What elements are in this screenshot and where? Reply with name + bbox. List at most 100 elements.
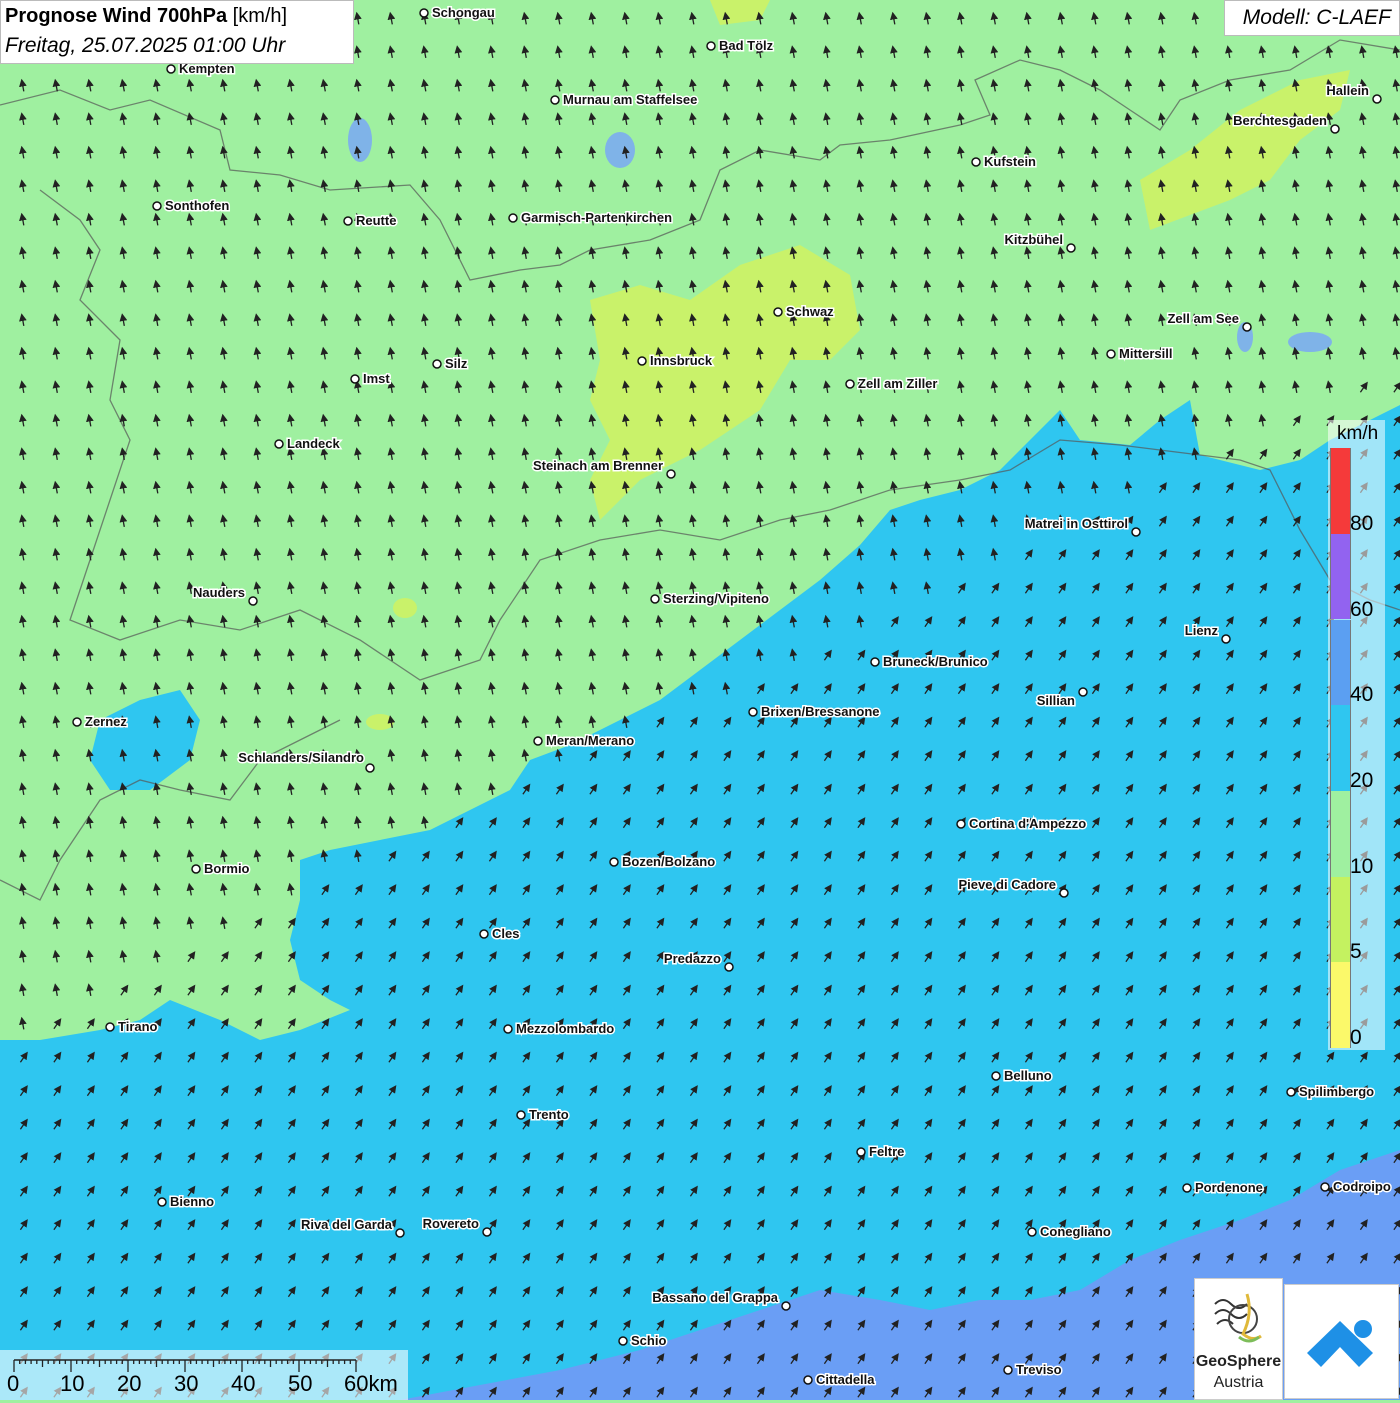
- city-dot-icon: [845, 379, 855, 389]
- city-label: Treviso: [1016, 1362, 1062, 1377]
- city-dot-icon: [550, 95, 560, 105]
- city-dot-icon: [248, 596, 258, 606]
- city-dot-icon: [419, 8, 429, 18]
- city-dot-icon: [157, 1197, 167, 1207]
- city-dot-icon: [1078, 687, 1088, 697]
- city-dot-icon: [1182, 1183, 1192, 1193]
- legend-swatch: [1330, 619, 1351, 706]
- model-panel: Modell: C-LAEF: [1224, 0, 1400, 36]
- city-label: Sonthofen: [165, 198, 229, 213]
- city-dot-icon: [274, 439, 284, 449]
- legend-tick-label: 60: [1350, 597, 1374, 621]
- scale-label: 50: [288, 1371, 313, 1396]
- city-dot-icon: [350, 374, 360, 384]
- legend-tick-label: 20: [1350, 768, 1374, 792]
- city-dot-icon: [650, 594, 660, 604]
- city-marker: Mezzolombardo: [503, 1020, 616, 1038]
- city-label: Kufstein: [984, 154, 1036, 169]
- scale-label: 40: [231, 1371, 256, 1396]
- city-label: Bruneck/Brunico: [883, 654, 988, 669]
- city-marker: Bozen/Bolzano: [609, 853, 717, 871]
- city-label: Tirano: [118, 1019, 158, 1034]
- wind-map: SchongauBad TölzKemptenMurnau am Staffel…: [0, 0, 1400, 1400]
- city-dot-icon: [609, 857, 619, 867]
- city-label: Conegliano: [1040, 1224, 1111, 1239]
- city-dot-icon: [637, 356, 647, 366]
- city-label: Brixen/Bressanone: [761, 704, 880, 719]
- city-label: Bassano del Grappa: [652, 1290, 778, 1305]
- city-label: Bad Tölz: [719, 38, 774, 53]
- city-marker: Bruneck/Brunico: [870, 653, 989, 671]
- legend-swatch: [1330, 876, 1351, 963]
- city-label: Hallein: [1326, 83, 1369, 98]
- app-logo[interactable]: [1284, 1284, 1399, 1399]
- city-dot-icon: [956, 819, 966, 829]
- geosphere-country: Austria: [1213, 1374, 1264, 1391]
- city-label: Schio: [631, 1333, 666, 1348]
- city-dot-icon: [482, 1227, 492, 1237]
- legend-swatch: [1330, 962, 1351, 1048]
- city-label: Cles: [492, 926, 519, 941]
- legend-swatch: [1330, 533, 1351, 620]
- city-label: Mittersill: [1119, 346, 1172, 361]
- city-dot-icon: [856, 1147, 866, 1157]
- city-dot-icon: [191, 864, 201, 874]
- city-label: Mezzolombardo: [516, 1021, 614, 1036]
- city-label: Imst: [363, 371, 390, 386]
- city-dot-icon: [72, 717, 82, 727]
- city-label: Zernez: [85, 714, 127, 729]
- scale-label: 0: [7, 1371, 20, 1396]
- city-dot-icon: [1066, 243, 1076, 253]
- city-marker: Garmisch-Partenkirchen: [508, 209, 674, 227]
- city-marker: Zell am Ziller: [845, 375, 939, 393]
- city-label: Sterzing/Vipiteno: [663, 591, 769, 606]
- weather-app-icon: [1307, 1320, 1373, 1367]
- city-dot-icon: [803, 1375, 813, 1385]
- city-label: Feltre: [869, 1144, 904, 1159]
- city-label: Bormio: [204, 861, 250, 876]
- city-marker: Spilimbergo: [1286, 1083, 1376, 1101]
- legend-tick-label: 5: [1350, 940, 1362, 964]
- city-dot-icon: [991, 1071, 1001, 1081]
- city-label: Sillian: [1037, 693, 1075, 708]
- city-label: Rovereto: [423, 1216, 479, 1231]
- city-label: Kitzbühel: [1005, 232, 1064, 247]
- scale-label: 20: [117, 1371, 142, 1396]
- city-dot-icon: [748, 707, 758, 717]
- geosphere-name: GeoSphere: [1195, 1353, 1282, 1370]
- city-marker: Cortina d'Ampezzo: [956, 815, 1088, 833]
- city-marker: Sterzing/Vipiteno: [650, 590, 770, 608]
- city-label: Landeck: [287, 436, 341, 451]
- legend-swatch: [1330, 705, 1351, 791]
- city-marker: Pordenone: [1182, 1179, 1264, 1197]
- city-marker: Meran/Merano: [533, 732, 636, 750]
- city-marker: Sonthofen: [152, 197, 231, 215]
- city-dot-icon: [166, 64, 176, 74]
- city-dot-icon: [105, 1022, 115, 1032]
- city-dot-icon: [152, 201, 162, 211]
- geosphere-emblem-icon: [1214, 1293, 1262, 1343]
- city-label: Bozen/Bolzano: [622, 854, 715, 869]
- city-label: Codroipo: [1333, 1179, 1391, 1194]
- city-dot-icon: [666, 469, 676, 479]
- city-dot-icon: [516, 1110, 526, 1120]
- scale-label: 60km: [344, 1371, 398, 1396]
- city-label: Schlanders/Silandro: [238, 750, 364, 765]
- city-dot-icon: [1221, 634, 1231, 644]
- city-dot-icon: [1242, 322, 1252, 332]
- city-label: Reutte: [356, 213, 396, 228]
- city-dot-icon: [395, 1228, 405, 1238]
- city-marker: Innsbruck: [637, 352, 714, 370]
- model-label: Modell: C-LAEF: [1242, 6, 1391, 29]
- city-label: Murnau am Staffelsee: [563, 92, 697, 107]
- city-dot-icon: [1059, 888, 1069, 898]
- city-label: Garmisch-Partenkirchen: [521, 210, 672, 225]
- geosphere-logo[interactable]: GeoSphere Austria: [1194, 1278, 1283, 1400]
- legend-tick-label: 80: [1350, 511, 1374, 535]
- city-dot-icon: [1372, 94, 1382, 104]
- legend-tick-label: 10: [1350, 854, 1374, 878]
- city-dot-icon: [508, 213, 518, 223]
- city-label: Cortina d'Ampezzo: [969, 816, 1086, 831]
- city-marker: Murnau am Staffelsee: [550, 91, 699, 109]
- city-label: Steinach am Brenner: [533, 458, 663, 473]
